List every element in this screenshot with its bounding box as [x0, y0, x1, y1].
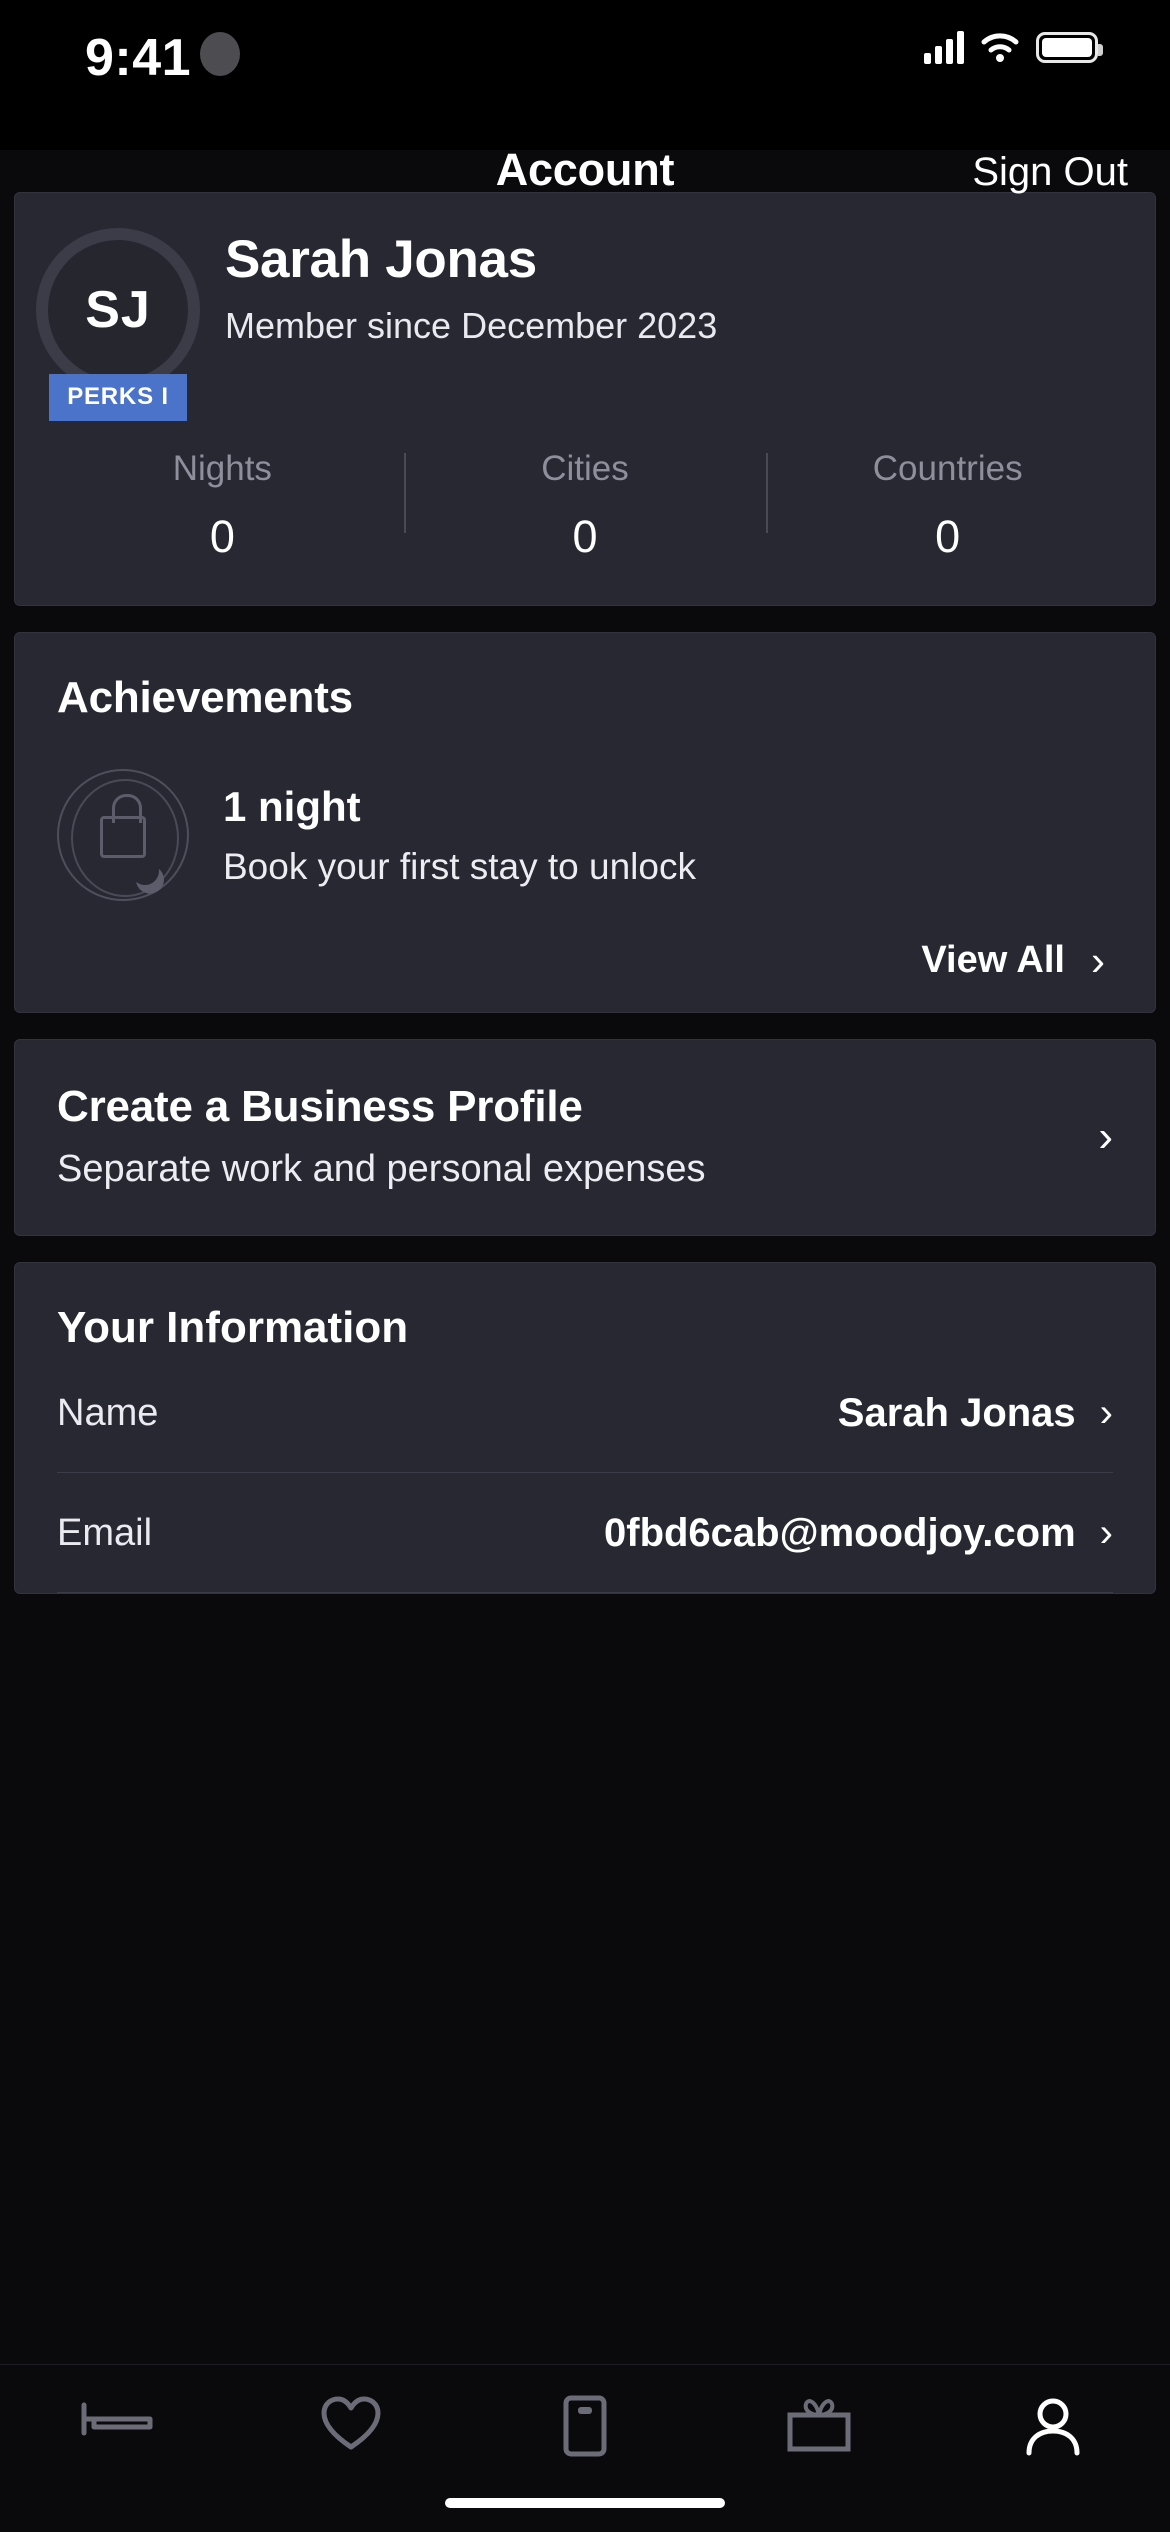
perks-badge: PERKS I — [49, 374, 187, 421]
avatar-ring: SJ — [36, 228, 200, 392]
chevron-right-icon: › — [1091, 936, 1105, 984]
tab-account[interactable] — [936, 2395, 1170, 2457]
bed-stays-icon — [80, 2395, 154, 2443]
nav-bar: Account Sign Out — [0, 144, 1170, 195]
view-all-label: View All — [921, 939, 1065, 981]
view-all-button[interactable]: View All › — [57, 939, 1113, 982]
scroll-content: SJ PERKS I Sarah Jonas Member since Dece… — [0, 192, 1170, 1594]
business-profile-title: Create a Business Profile — [57, 1082, 583, 1131]
scroll-fade — [0, 2338, 1170, 2364]
create-business-profile-row[interactable]: Create a Business Profile Separate work … — [14, 1039, 1156, 1236]
profile-name: Sarah Jonas — [225, 230, 537, 289]
camera-cutout-icon — [200, 32, 240, 76]
achievement-item[interactable]: 1 night Book your first stay to unlock — [57, 769, 1113, 901]
sign-out-button[interactable]: Sign Out — [972, 150, 1128, 195]
info-label: Name — [57, 1392, 159, 1434]
home-indicator — [445, 2498, 725, 2508]
chevron-right-icon: › — [1099, 1511, 1113, 1555]
person-account-icon — [1022, 2395, 1084, 2457]
stat-countries: Countries 0 — [766, 449, 1129, 563]
stat-cities: Cities 0 — [403, 449, 767, 563]
account-screen: 9:41 Account Sign Out SJ PERKS I Sarah J… — [0, 0, 1170, 2532]
profile-info: Sarah Jonas Member since December 2023 — [221, 228, 717, 421]
stat-value: 0 — [572, 511, 598, 562]
stat-nights: Nights 0 — [41, 449, 404, 563]
heart-favorites-icon — [320, 2395, 382, 2453]
achievement-name: 1 night — [223, 782, 361, 830]
your-information-title: Your Information — [57, 1303, 409, 1352]
avatar-inner: SJ — [48, 240, 188, 380]
avatar-initials: SJ — [85, 281, 151, 339]
achievements-card[interactable]: Achievements 1 night Book your first sta… — [14, 632, 1156, 1013]
achievements-title: Achievements — [57, 673, 353, 722]
status-bar-time: 9:41 — [85, 29, 192, 87]
stat-label: Nights — [172, 449, 272, 488]
achievement-text: 1 night Book your first stay to unlock — [223, 783, 696, 888]
chevron-right-icon: › — [1098, 1111, 1113, 1161]
profile-stats: Nights 0 Cities 0 Countries 0 — [15, 421, 1155, 605]
info-right: 0fbd6cab@moodjoy.com › — [604, 1511, 1113, 1556]
info-row-name[interactable]: Name Sarah Jonas › — [57, 1353, 1113, 1473]
status-bar-indicators — [924, 30, 1103, 64]
avatar[interactable]: SJ PERKS I — [15, 228, 221, 421]
stat-label: Countries — [872, 449, 1023, 488]
tab-rewards[interactable] — [702, 2395, 936, 2453]
tab-favorites[interactable] — [234, 2395, 468, 2453]
your-information-card: Your Information Name Sarah Jonas › Emai… — [14, 1262, 1156, 1594]
signal-bars-icon — [924, 30, 964, 64]
locked-moon-badge-icon — [57, 769, 189, 901]
profile-header: SJ PERKS I Sarah Jonas Member since Dece… — [15, 193, 1155, 421]
business-profile-subtitle: Separate work and personal expenses — [57, 1148, 706, 1190]
gift-rewards-icon — [784, 2395, 854, 2453]
info-value: 0fbd6cab@moodjoy.com — [604, 1511, 1076, 1555]
wifi-icon — [980, 31, 1020, 63]
battery-icon — [1036, 31, 1103, 63]
info-value: Sarah Jonas — [837, 1391, 1076, 1435]
tab-stays[interactable] — [0, 2395, 234, 2443]
achievement-description: Book your first stay to unlock — [223, 845, 696, 887]
info-right: Sarah Jonas › — [838, 1391, 1113, 1436]
status-bar: 9:41 — [0, 0, 1170, 150]
card-wallet-icon — [563, 2395, 607, 2457]
chevron-right-icon: › — [1099, 1391, 1113, 1435]
stat-value: 0 — [935, 511, 961, 562]
info-label: Email — [57, 1512, 153, 1554]
info-row-email[interactable]: Email 0fbd6cab@moodjoy.com › — [57, 1473, 1113, 1593]
profile-card[interactable]: SJ PERKS I Sarah Jonas Member since Dece… — [14, 192, 1156, 606]
business-profile-text: Create a Business Profile Separate work … — [57, 1082, 706, 1191]
profile-member-since: Member since December 2023 — [225, 304, 718, 346]
stat-value: 0 — [209, 511, 235, 562]
tab-wallet[interactable] — [468, 2395, 702, 2457]
stat-label: Cities — [541, 449, 629, 488]
